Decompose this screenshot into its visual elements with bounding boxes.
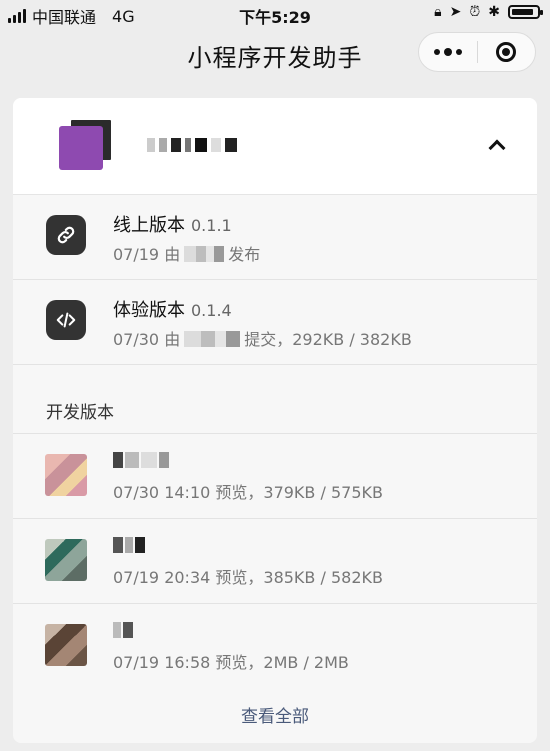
orientation-lock-icon: 🔒︎ bbox=[434, 4, 442, 20]
more-dot bbox=[455, 48, 462, 55]
menu-capsule bbox=[418, 32, 536, 72]
online-version-row[interactable]: 线上版本 0.1.1 07/19 由 发布 bbox=[13, 195, 537, 280]
app-name-redacted bbox=[147, 138, 237, 152]
online-version-meta: 07/19 由 发布 bbox=[113, 241, 260, 265]
dev-version-thumbnail bbox=[45, 624, 87, 666]
dev-version-thumbnail bbox=[45, 539, 87, 581]
battery-icon bbox=[508, 5, 543, 19]
link-icon bbox=[46, 215, 86, 255]
status-bar: 中国联通 4G 下午5:29 🔒︎ ➤ ⏰︎ ✱ bbox=[0, 0, 550, 28]
online-version-by: 由 bbox=[164, 245, 181, 264]
app-header[interactable] bbox=[13, 98, 537, 195]
online-version-date: 07/19 bbox=[113, 245, 160, 264]
dev-version-meta: 07/19 16:58 预览，2MB / 2MB bbox=[113, 653, 349, 672]
trial-version-title: 体验版本 0.1.4 bbox=[113, 296, 232, 322]
dev-version-meta: 07/19 20:34 预览，385KB / 582KB bbox=[113, 568, 383, 587]
trial-version-number: 0.1.4 bbox=[191, 301, 232, 320]
trial-version-row[interactable]: 体验版本 0.1.4 07/30 由 提交，292KB / 382KB bbox=[13, 280, 537, 365]
dev-version-row[interactable]: 07/19 16:58 预览，2MB / 2MB bbox=[13, 604, 537, 688]
chevron-up-icon[interactable] bbox=[489, 138, 503, 152]
trial-version-label: 体验版本 bbox=[113, 300, 185, 321]
location-icon: ➤ bbox=[449, 4, 462, 20]
online-version-number: 0.1.1 bbox=[191, 216, 232, 235]
alarm-icon: ⏰︎ bbox=[469, 4, 481, 20]
more-button[interactable] bbox=[419, 47, 477, 56]
online-version-label: 线上版本 bbox=[113, 215, 185, 236]
view-all-link[interactable]: 查看全部 bbox=[13, 702, 537, 727]
trial-version-meta: 07/30 由 提交，292KB / 382KB bbox=[113, 326, 412, 350]
publisher-redacted bbox=[184, 246, 225, 262]
code-icon bbox=[46, 300, 86, 340]
dev-version-thumbnail bbox=[45, 454, 87, 496]
nav-bar: 小程序开发助手 bbox=[0, 30, 550, 78]
dev-version-name-redacted bbox=[113, 537, 145, 553]
more-dot bbox=[443, 47, 452, 56]
trial-version-action: 提交，292KB / 382KB bbox=[244, 330, 412, 349]
bluetooth-icon: ✱ bbox=[488, 4, 500, 20]
dev-version-name-redacted bbox=[113, 452, 169, 468]
app-avatar bbox=[59, 126, 103, 170]
dev-version-row[interactable]: 07/30 14:10 预览，379KB / 575KB bbox=[13, 434, 537, 519]
status-right: 🔒︎ ➤ ⏰︎ ✱ bbox=[434, 4, 543, 20]
submitter-redacted bbox=[184, 331, 241, 347]
trial-version-by: 由 bbox=[164, 330, 181, 349]
online-version-title: 线上版本 0.1.1 bbox=[113, 211, 232, 237]
close-button[interactable] bbox=[477, 42, 535, 62]
dev-section-title: 开发版本 bbox=[46, 403, 114, 423]
dev-version-name-redacted bbox=[113, 622, 133, 638]
close-icon bbox=[496, 42, 517, 62]
app-card: 线上版本 0.1.1 07/19 由发布 体验版本 0.1.4 07/30 由提交，… bbox=[13, 98, 537, 743]
online-version-action: 发布 bbox=[228, 245, 261, 264]
dev-version-row[interactable]: 07/19 20:34 预览，385KB / 582KB bbox=[13, 519, 537, 604]
trial-version-date: 07/30 bbox=[113, 330, 160, 349]
more-dot bbox=[433, 48, 440, 55]
dev-section-header: 开发版本 bbox=[13, 365, 537, 434]
dev-version-meta: 07/30 14:10 预览，379KB / 575KB bbox=[113, 483, 383, 502]
